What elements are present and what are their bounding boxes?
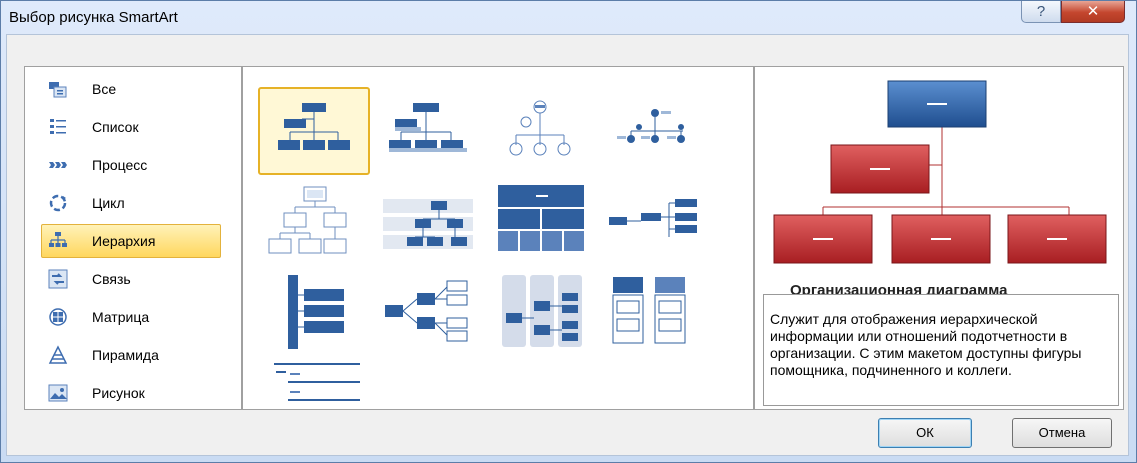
category-item-list[interactable]: Список [41, 110, 221, 144]
architecture-thumb-icon [612, 277, 686, 344]
category-item-cycle[interactable]: Цикл [41, 186, 221, 220]
category-item-matrix[interactable]: Матрица [41, 300, 221, 334]
layout-thumb-circle-picture-hierarchy[interactable] [597, 87, 709, 175]
layout-thumb-table-hierarchy[interactable] [484, 177, 596, 265]
org-chart-thumb-icon [278, 103, 350, 150]
category-label: Пирамида [92, 347, 159, 363]
category-label: Связь [92, 271, 131, 287]
layout-thumb-architecture[interactable] [597, 267, 709, 355]
matrix-icon [49, 308, 67, 326]
horizontal-hierarchy-thumb-icon [609, 199, 697, 237]
all-icon [49, 82, 67, 98]
name-title-org-chart-thumb-icon [389, 103, 467, 152]
preview-diagram [773, 80, 1107, 264]
category-item-pyramid[interactable]: Пирамида [41, 338, 221, 372]
close-button[interactable]: ✕ [1061, 1, 1125, 23]
category-label: Рисунок [92, 385, 145, 401]
layout-thumb-hierarchy[interactable] [258, 177, 370, 265]
layout-thumb-horizontal-labeled[interactable] [371, 267, 483, 355]
layout-thumb-horizontal-hierarchy[interactable] [597, 177, 709, 265]
close-icon: ✕ [1086, 3, 1100, 20]
preview-description: Служит для отображения иерархической инф… [763, 294, 1119, 406]
category-item-relationship[interactable]: Связь [41, 262, 221, 296]
circle-hierarchy-thumb-icon [617, 109, 685, 143]
lined-horizontal-thumb-icon [502, 275, 582, 347]
hierarchy-icon [49, 232, 67, 247]
layout-thumb-lined-horizontal[interactable] [484, 267, 596, 355]
category-label: Иерархия [92, 233, 156, 249]
layout-gallery[interactable] [242, 66, 754, 410]
picture-icon [48, 384, 68, 402]
cycle-icon [49, 194, 67, 212]
category-label: Все [92, 81, 117, 97]
cancel-button[interactable]: Отмена [1012, 418, 1112, 448]
layout-thumb-name-title-org-chart[interactable] [371, 87, 483, 175]
table-list-thumb-icon [274, 363, 360, 401]
hierarchy-list-thumb-icon [288, 275, 344, 349]
ok-button[interactable]: ОК [878, 418, 972, 448]
category-label: Список [92, 119, 139, 135]
hierarchy-thumb-icon [268, 186, 347, 254]
help-button[interactable]: ? [1021, 1, 1061, 23]
layout-thumb-hierarchy-list[interactable] [258, 267, 370, 355]
half-circle-org-chart-thumb-icon [509, 100, 571, 156]
category-label: Цикл [92, 195, 125, 211]
help-icon: ? [1036, 3, 1046, 20]
window-title: Выбор рисунка SmartArt [9, 9, 178, 26]
category-item-picture[interactable]: Рисунок [41, 376, 221, 409]
relationship-icon [48, 269, 68, 289]
category-label: Матрица [92, 309, 150, 325]
title-bar[interactable]: Выбор рисунка SmartArt ? ✕ [1, 1, 1136, 35]
process-icon [49, 162, 67, 168]
layout-thumb-half-circle-org-chart[interactable] [484, 87, 596, 175]
list-icon [50, 119, 66, 134]
layout-thumb-table-list[interactable] [258, 357, 370, 409]
layout-thumb-labeled-hierarchy[interactable] [371, 177, 483, 265]
category-item-process[interactable]: Процесс [41, 148, 221, 182]
pyramid-icon [48, 345, 68, 364]
category-list[interactable]: Все Список Процесс Цикл Иерархия Связь М… [24, 66, 242, 410]
labeled-hierarchy-thumb-icon [383, 199, 473, 249]
table-hierarchy-thumb-icon [498, 185, 584, 251]
horizontal-tree-thumb-icon [385, 280, 468, 342]
category-item-all[interactable]: Все [41, 72, 221, 106]
category-label: Процесс [92, 157, 148, 173]
category-item-hierarchy[interactable]: Иерархия [41, 224, 221, 258]
layout-thumb-org-chart[interactable] [258, 87, 370, 175]
